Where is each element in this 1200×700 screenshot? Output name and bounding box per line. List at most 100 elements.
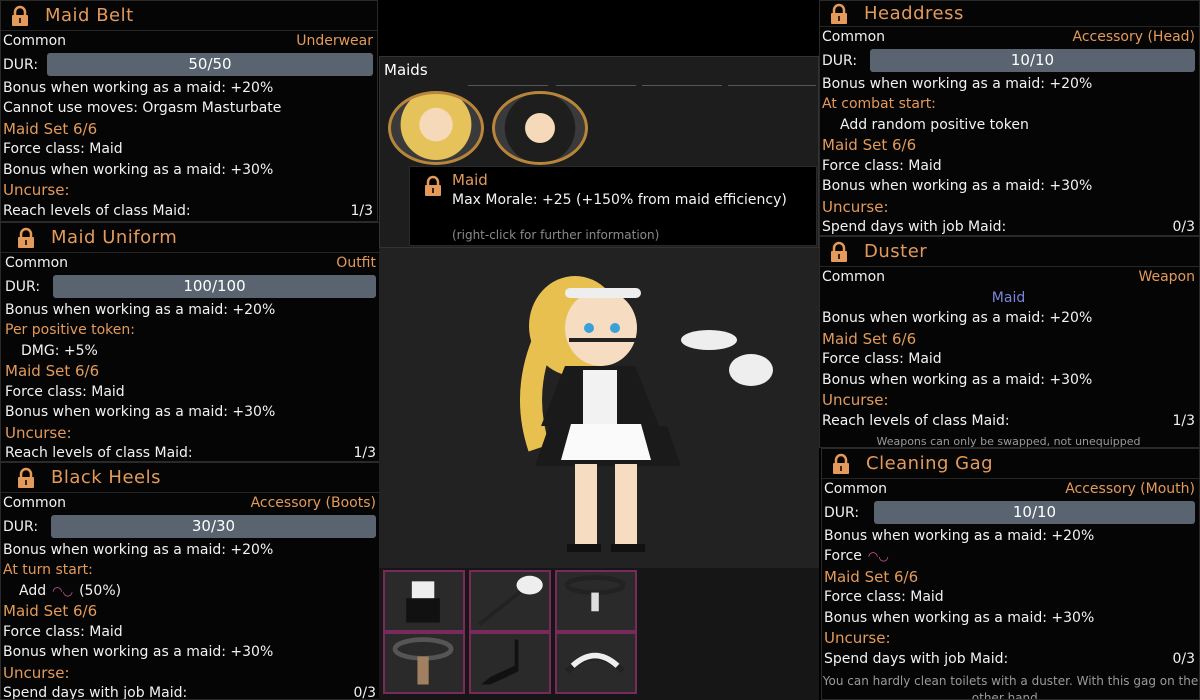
slot-mouth[interactable] xyxy=(555,570,637,632)
durability-bar: 100/100 xyxy=(53,275,376,298)
flavor-text: You can hardly clean toilets with a dust… xyxy=(822,674,1199,700)
uncurse-text: Reach levels of class Maid: xyxy=(822,412,1010,429)
maid-portrait[interactable] xyxy=(388,91,484,165)
durability-bar: 10/10 xyxy=(874,501,1195,524)
set-line: Force class: Maid xyxy=(822,157,942,174)
panel-title: Duster xyxy=(820,237,1199,267)
durability-bar: 50/50 xyxy=(47,53,373,76)
combat-title: At combat start: xyxy=(822,96,936,113)
effect-line: Cannot use moves: Orgasm Masturbate xyxy=(3,100,282,117)
set-title: Maid Set 6/6 xyxy=(822,136,917,155)
lock-icon[interactable] xyxy=(828,241,850,263)
panel-title: Black Heels xyxy=(1,463,380,493)
tooltip-hint: (right-click for further information) xyxy=(452,228,660,242)
set-title: Maid Set 6/6 xyxy=(824,567,919,586)
set-line: Bonus when working as a maid: +30% xyxy=(3,161,274,178)
belt-icon xyxy=(392,637,454,685)
slot-type: Accessory (Head) xyxy=(1072,29,1195,46)
maids-header: Maids xyxy=(384,61,428,79)
uncurse-progress: 1/3 xyxy=(350,202,373,219)
combat-line: Add random positive token xyxy=(840,116,1029,133)
slot-type: Accessory (Boots) xyxy=(250,495,376,512)
item-panel-duster: Duster Common Weapon Maid Bonus when work… xyxy=(819,236,1200,448)
uncurse-progress: 0/3 xyxy=(1172,650,1195,667)
weapon-note: Weapons can only be swapped, not unequip… xyxy=(876,434,1141,448)
set-line: Force class: Maid xyxy=(824,589,944,606)
force-line: Force xyxy=(824,548,862,565)
slot-type: Weapon xyxy=(1138,269,1195,286)
uncurse-progress: 0/3 xyxy=(1172,219,1195,236)
set-line: Bonus when working as a maid: +30% xyxy=(822,371,1093,388)
rarity: Common xyxy=(824,481,888,498)
item-panel-maid-uniform: Maid Uniform Common Outfit DUR: 100/100 Bo… xyxy=(0,222,381,462)
durability-bar: 10/10 xyxy=(870,49,1195,72)
slot-underwear[interactable] xyxy=(383,632,465,694)
item-panel-headdress: Headdress Common Accessory (Head) DUR: 10/… xyxy=(819,0,1200,236)
item-name: Black Heels xyxy=(51,467,161,488)
token-line: DMG: +5% xyxy=(21,342,98,359)
uncurse-title: Uncurse: xyxy=(5,423,72,442)
item-panel-maid-belt: Maid Belt Common Underwear DUR: 50/50 Bonu… xyxy=(0,0,378,222)
effect-line: Bonus when working as a maid: +20% xyxy=(822,75,1093,92)
rarity: Common xyxy=(3,33,67,50)
dur-label: DUR: xyxy=(822,52,858,69)
uncurse-progress: 1/3 xyxy=(1172,412,1195,429)
set-line: Force class: Maid xyxy=(822,351,942,368)
set-title: Maid Set 6/6 xyxy=(5,362,100,381)
item-name: Duster xyxy=(864,241,928,262)
maid-portrait[interactable] xyxy=(492,91,588,165)
item-panel-black-heels: Black Heels Common Accessory (Boots) DUR:… xyxy=(0,462,381,700)
rarity: Common xyxy=(5,255,69,272)
slot-head[interactable] xyxy=(555,632,637,694)
set-line: Force class: Maid xyxy=(3,141,123,158)
lock-icon[interactable] xyxy=(830,453,852,475)
dur-label: DUR: xyxy=(5,278,41,295)
slot-outfit[interactable] xyxy=(383,570,465,632)
maid-character-sprite[interactable] xyxy=(379,248,819,568)
slot-boots[interactable] xyxy=(469,632,551,694)
slot-type: Underwear xyxy=(296,33,373,50)
set-title: Maid Set 6/6 xyxy=(3,119,98,138)
duster-icon xyxy=(477,575,543,626)
item-name: Cleaning Gag xyxy=(866,453,994,474)
lock-icon[interactable] xyxy=(15,467,37,489)
durability: DUR: 10/10 xyxy=(822,500,1199,526)
effect-line: Bonus when working as a maid: +20% xyxy=(5,301,276,318)
rarity: Common xyxy=(822,29,886,46)
maid-tooltip: Maid Max Morale: +25 (+150% from maid ef… xyxy=(409,166,817,246)
uncurse-title: Uncurse: xyxy=(3,663,70,682)
class-tag: Maid xyxy=(991,289,1026,306)
effect-line: Bonus when working as a maid: +20% xyxy=(824,527,1095,544)
set-title: Maid Set 6/6 xyxy=(3,602,98,621)
uncurse-text: Spend days with job Maid: xyxy=(824,650,1009,667)
panel-title: Headdress xyxy=(820,1,1199,27)
uncurse-text: Spend days with job Maid: xyxy=(822,219,1007,236)
dur-label: DUR: xyxy=(3,518,39,535)
token-title: Per positive token: xyxy=(5,322,135,339)
slot-weapon[interactable] xyxy=(469,570,551,632)
uncurse-text: Reach levels of class Maid: xyxy=(3,202,191,219)
set-line: Bonus when working as a maid: +30% xyxy=(5,404,276,421)
uncurse-text: Reach levels of class Maid: xyxy=(5,445,193,462)
equipment-slots xyxy=(379,568,819,700)
dur-label: DUR: xyxy=(824,504,860,521)
dur-label: DUR: xyxy=(3,56,39,73)
turn-pct: (50%) xyxy=(79,582,122,599)
uncurse-progress: 1/3 xyxy=(353,445,376,462)
durability: DUR: 50/50 xyxy=(1,52,377,78)
uncurse-title: Uncurse: xyxy=(3,181,70,200)
lock-icon[interactable] xyxy=(828,3,850,25)
lock-icon[interactable] xyxy=(9,5,31,27)
token-icon: ◠◡ xyxy=(52,583,74,598)
uncurse-title: Uncurse: xyxy=(824,629,891,648)
set-line: Force class: Maid xyxy=(3,623,123,640)
effect-line: Bonus when working as a maid: +20% xyxy=(822,310,1093,327)
uncurse-title: Uncurse: xyxy=(822,197,889,216)
set-line: Bonus when working as a maid: +30% xyxy=(824,609,1095,626)
item-name: Headdress xyxy=(864,3,964,24)
heels-icon xyxy=(481,639,519,685)
effect-line: Bonus when working as a maid: +20% xyxy=(3,541,274,558)
lock-icon[interactable] xyxy=(15,227,37,249)
turn-line: Add xyxy=(19,582,47,599)
uncurse-text: Spend days with job Maid: xyxy=(3,685,188,700)
